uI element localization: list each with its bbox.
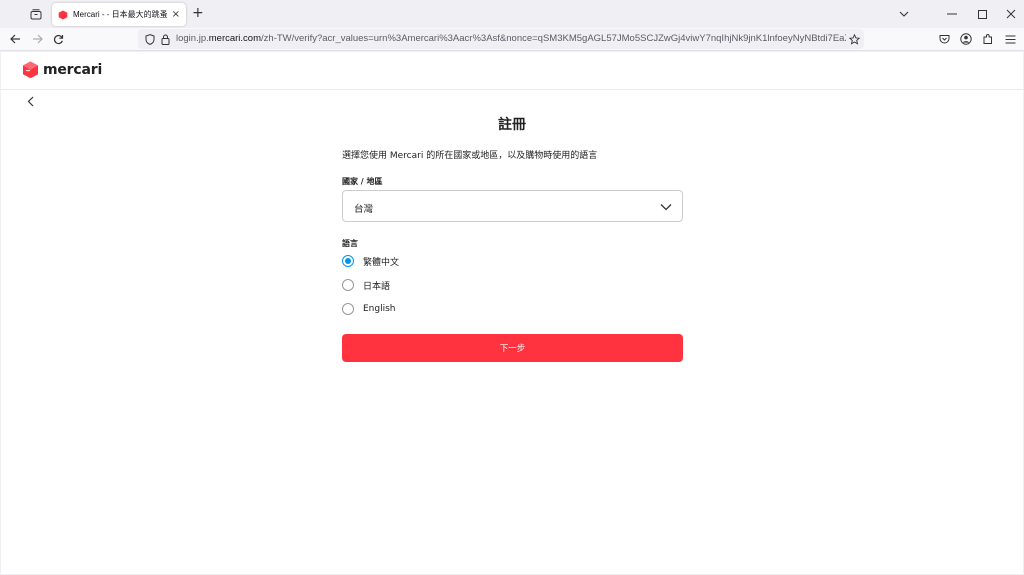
site-header: mercari xyxy=(1,52,1023,90)
url-text[interactable]: login.jp.mercari.com/zh-TW/verify?acr_va… xyxy=(176,33,846,44)
radio-checked[interactable] xyxy=(342,255,354,267)
mercari-logo-icon xyxy=(23,61,38,79)
language-option-zh-tw[interactable]: 繁體中文 xyxy=(342,254,399,268)
language-option-label: English xyxy=(363,304,396,314)
page-title: 註冊 xyxy=(498,117,526,133)
shield-icon[interactable] xyxy=(143,32,157,46)
country-select-value: 台灣 xyxy=(354,204,374,215)
tab-bar: Mercari - - 日本最大的跳蚤市場 × + xyxy=(0,0,1024,28)
radio-unchecked[interactable] xyxy=(342,279,354,291)
chevron-down-icon[interactable] xyxy=(896,6,912,22)
language-option-label: 日本語 xyxy=(363,281,391,292)
language-label: 語言 xyxy=(342,239,358,248)
browser-tab[interactable]: Mercari - - 日本最大的跳蚤市場 × xyxy=(52,3,186,26)
tab-close-icon[interactable]: × xyxy=(172,9,180,20)
navigation-bar: login.jp.mercari.com/zh-TW/verify?acr_va… xyxy=(0,28,1024,51)
radio-unchecked[interactable] xyxy=(342,303,354,315)
next-button[interactable]: 下一步 xyxy=(342,334,683,362)
tab-title: Mercari - - 日本最大的跳蚤市場 xyxy=(73,10,168,19)
url-prefix: login.jp. xyxy=(176,33,209,44)
page-viewport: mercari 註冊 選擇您使用 Mercari 的所在國家或地區，以及購物時使… xyxy=(1,52,1023,574)
chevron-down-icon xyxy=(660,204,672,211)
language-option-label: 繁體中文 xyxy=(363,257,400,268)
star-icon[interactable] xyxy=(847,32,861,46)
new-tab-icon[interactable]: + xyxy=(192,5,204,21)
maximize-icon[interactable] xyxy=(974,6,990,22)
logo-text: mercari xyxy=(43,62,103,78)
intro-text: 選擇您使用 Mercari 的所在國家或地區，以及購物時使用的語言 xyxy=(342,151,598,161)
back-arrow-icon[interactable] xyxy=(7,31,23,47)
extensions-icon[interactable] xyxy=(980,31,996,47)
pocket-icon[interactable] xyxy=(936,31,952,47)
url-bar[interactable]: login.jp.mercari.com/zh-TW/verify?acr_va… xyxy=(138,29,864,49)
tab-list-icon[interactable] xyxy=(28,6,44,22)
menu-icon[interactable] xyxy=(1002,31,1018,47)
url-path: /zh-TW/verify?acr_values=urn%3Amercari%3… xyxy=(261,33,846,44)
forward-arrow-icon[interactable] xyxy=(29,31,45,47)
country-label: 國家 / 地區 xyxy=(342,177,383,186)
close-window-icon[interactable] xyxy=(1003,6,1019,22)
mercari-logo[interactable]: mercari xyxy=(22,61,102,79)
lock-icon[interactable] xyxy=(158,32,172,46)
language-option-ja[interactable]: 日本語 xyxy=(342,278,390,292)
account-icon[interactable] xyxy=(958,31,974,47)
country-select[interactable]: 台灣 xyxy=(342,190,683,222)
reload-icon[interactable] xyxy=(50,31,66,47)
language-option-en[interactable]: English xyxy=(342,302,396,316)
url-domain: mercari.com xyxy=(208,33,262,44)
page-back-icon[interactable] xyxy=(23,94,37,108)
minimize-icon[interactable] xyxy=(944,6,960,22)
mercari-favicon-icon xyxy=(58,10,68,19)
